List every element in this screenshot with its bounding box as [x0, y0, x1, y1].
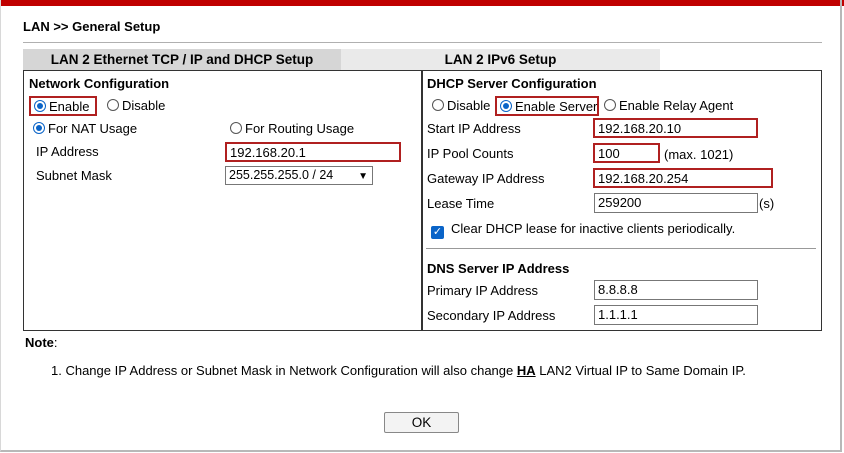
tab-ethernet-dhcp[interactable]: LAN 2 Ethernet TCP / IP and DHCP Setup [23, 49, 341, 71]
start-ip-input[interactable]: 192.168.20.10 [593, 118, 758, 138]
ip-address-label: IP Address [36, 144, 99, 159]
page-title: LAN >> General Setup [23, 19, 161, 34]
dhcp-config-heading: DHCP Server Configuration [427, 76, 597, 91]
dhcp-relay-radio[interactable]: Enable Relay Agent [604, 98, 733, 113]
network-config-heading: Network Configuration [29, 76, 170, 91]
start-ip-label: Start IP Address [427, 121, 521, 136]
radio-selected-icon [34, 100, 46, 112]
subnet-mask-label: Subnet Mask [36, 168, 112, 183]
dhcp-enable-server-label: Enable Server [515, 99, 598, 114]
dns-heading: DNS Server IP Address [427, 261, 570, 276]
pool-counts-input[interactable]: 100 [593, 143, 660, 163]
note-heading: Note: [25, 335, 58, 350]
nat-usage-label: For NAT Usage [48, 121, 138, 136]
primary-dns-input[interactable]: 8.8.8.8 [594, 280, 758, 300]
radio-selected-icon [33, 122, 45, 134]
note-title: Note [25, 335, 54, 350]
routing-usage-radio[interactable]: For Routing Usage [230, 121, 354, 136]
radio-selected-icon [500, 100, 512, 112]
network-disable-label: Disable [122, 98, 166, 113]
ok-button[interactable]: OK [384, 412, 459, 433]
lease-unit: (s) [759, 196, 775, 211]
tab-ipv6[interactable]: LAN 2 IPv6 Setup [341, 49, 660, 71]
column-divider [421, 71, 423, 330]
note-text-suffix: LAN2 Virtual IP to Same Domain IP. [535, 363, 746, 378]
checkmark-icon: ✓ [431, 226, 444, 239]
radio-unselected-icon [230, 122, 242, 134]
dns-divider [426, 248, 816, 249]
note-colon: : [53, 335, 58, 350]
note-ha-link[interactable]: HA [517, 363, 536, 378]
routing-usage-label: For Routing Usage [245, 121, 355, 136]
title-divider [23, 42, 822, 43]
dhcp-enable-server-radio[interactable]: Enable Server [495, 96, 599, 116]
pool-counts-label: IP Pool Counts [427, 146, 514, 161]
lease-time-input[interactable]: 259200 [594, 193, 758, 213]
network-enable-radio[interactable]: Enable [29, 96, 97, 116]
chevron-down-icon: ▼ [358, 171, 368, 182]
pool-max-hint: (max. 1021) [664, 147, 734, 162]
clear-lease-checkbox[interactable]: ✓ Clear DHCP lease for inactive clients p… [431, 221, 735, 239]
secondary-dns-label: Secondary IP Address [427, 308, 556, 323]
dhcp-relay-label: Enable Relay Agent [619, 98, 734, 113]
radio-unselected-icon [107, 99, 119, 111]
dhcp-disable-radio[interactable]: Disable [432, 98, 490, 113]
network-disable-radio[interactable]: Disable [107, 98, 165, 113]
radio-unselected-icon [604, 99, 616, 111]
note-line: 1. Change IP Address or Subnet Mask in N… [51, 363, 746, 378]
network-enable-label: Enable [49, 99, 90, 114]
subnet-mask-select[interactable]: 255.255.255.0 / 24 ▼ [225, 166, 373, 185]
clear-lease-label: Clear DHCP lease for inactive clients pe… [451, 221, 736, 236]
radio-unselected-icon [432, 99, 444, 111]
nat-usage-radio[interactable]: For NAT Usage [33, 121, 137, 136]
subnet-mask-value: 255.255.255.0 / 24 [229, 168, 334, 182]
secondary-dns-input[interactable]: 1.1.1.1 [594, 305, 758, 325]
primary-dns-label: Primary IP Address [427, 283, 539, 298]
gateway-ip-label: Gateway IP Address [427, 171, 545, 186]
lease-time-label: Lease Time [427, 196, 495, 211]
note-text-prefix: 1. Change IP Address or Subnet Mask in N… [51, 363, 517, 378]
ip-address-input[interactable]: 192.168.20.1 [225, 142, 401, 162]
dhcp-disable-label: Disable [447, 98, 491, 113]
gateway-ip-input[interactable]: 192.168.20.254 [593, 168, 773, 188]
